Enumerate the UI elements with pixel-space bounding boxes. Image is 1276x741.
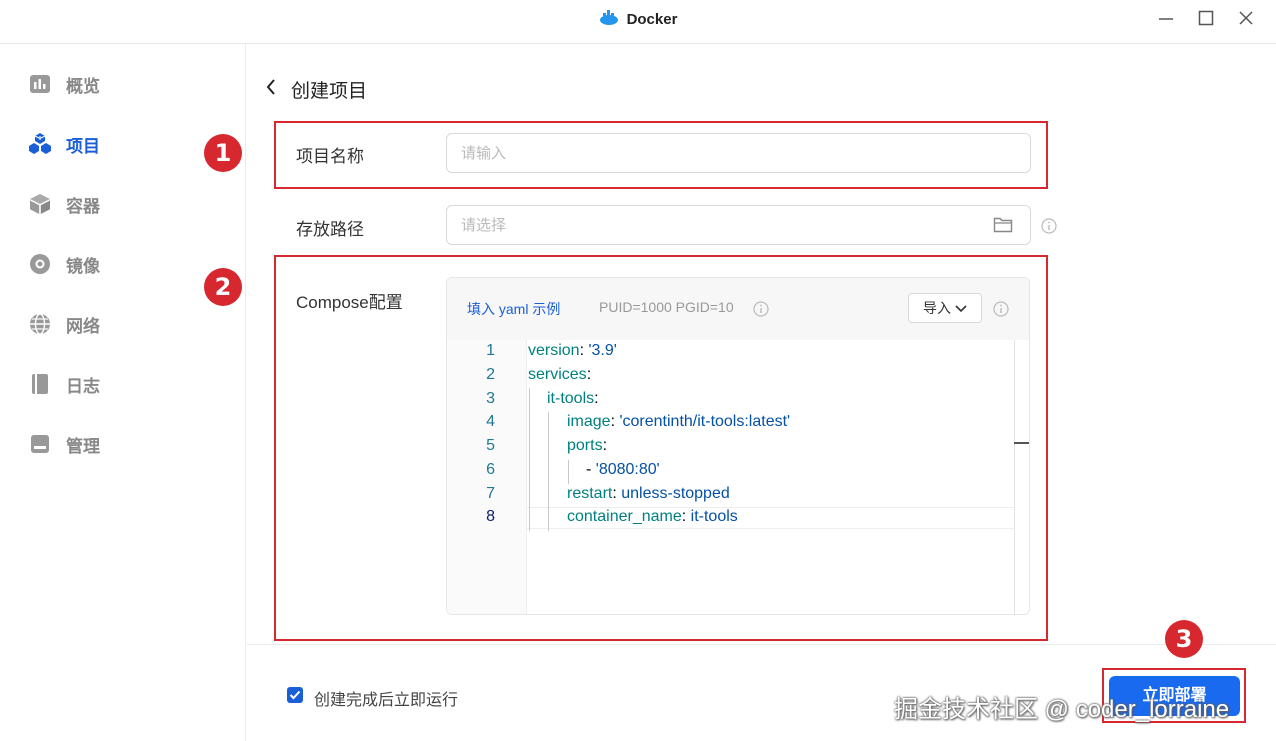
line-number: 5: [486, 437, 495, 454]
indent-guide: [568, 460, 569, 484]
code-line: container_name: it-tools: [567, 508, 738, 526]
info-icon[interactable]: [1041, 218, 1057, 234]
yaml-key: it-tools: [547, 390, 595, 407]
line-number: 8: [486, 508, 495, 525]
run-after-create-label[interactable]: 创建完成后立即运行: [314, 686, 458, 710]
manage-icon: [28, 432, 52, 456]
window-title: Docker: [0, 10, 1276, 30]
line-number: 6: [486, 461, 495, 478]
compose-editor[interactable]: 填入 yaml 示例 PUID=1000 PGID=10 导入 1 2 3 4 …: [446, 277, 1030, 615]
yaml-value: '3.9': [588, 342, 617, 359]
yaml-sep: :: [612, 485, 622, 502]
scrollbar-cursor-marker: [1014, 442, 1029, 444]
watermark-text: 掘金技术社区 @ coder_lorraine: [894, 696, 1230, 723]
globe-icon: [28, 312, 52, 336]
import-dropdown[interactable]: 导入: [908, 293, 982, 323]
code-line: version: '3.9': [528, 342, 617, 360]
code-line: - '8080:80': [586, 461, 660, 479]
page-title: 创建项目: [291, 81, 368, 102]
maximize-button[interactable]: [1191, 8, 1221, 30]
storage-path-label: 存放路径: [296, 220, 364, 239]
close-button[interactable]: [1231, 8, 1261, 30]
run-after-create-checkbox[interactable]: [287, 687, 303, 703]
compose-config-label: Compose配置: [296, 293, 403, 312]
sidebar-item-images[interactable]: 镜像: [28, 249, 100, 279]
project-name-input[interactable]: [446, 133, 1031, 173]
code-line: it-tools:: [547, 390, 599, 408]
chevron-down-icon: [955, 300, 967, 316]
sidebar-item-label: 网络: [66, 316, 100, 336]
sidebar-item-label: 管理: [66, 436, 100, 456]
info-icon[interactable]: [753, 301, 769, 322]
sidebar-item-network[interactable]: 网络: [28, 309, 100, 339]
sidebar-item-label: 概览: [66, 76, 100, 96]
sidebar-item-manage[interactable]: 管理: [28, 429, 100, 459]
project-name-label: 项目名称: [296, 147, 364, 166]
disc-icon: [28, 252, 52, 276]
sidebar-item-projects[interactable]: 项目: [28, 129, 100, 159]
sidebar-item-label: 镜像: [66, 256, 100, 276]
indent-guide: [548, 412, 549, 531]
book-icon: [28, 372, 52, 396]
yaml-value: 'corentinth/it-tools:latest': [619, 413, 791, 430]
chart-icon: [28, 72, 52, 96]
title-bar: Docker: [0, 0, 1276, 44]
sidebar-item-containers[interactable]: 容器: [28, 189, 100, 219]
code-line: image: 'corentinth/it-tools:latest': [567, 413, 790, 431]
yaml-key: image: [567, 413, 611, 430]
yaml-key: services: [528, 366, 587, 383]
code-line: restart: unless-stopped: [567, 485, 730, 503]
yaml-sep: :: [586, 366, 592, 383]
yaml-key: ports: [567, 437, 603, 454]
back-button[interactable]: 创建项目: [265, 76, 367, 103]
code-area[interactable]: 1 2 3 4 5 6 7 8 version: '3.9' services:…: [447, 340, 1029, 614]
sidebar-item-label: 容器: [66, 196, 100, 216]
code-line: ports:: [567, 437, 607, 455]
yaml-value: '8080:80': [595, 461, 660, 478]
sidebar-item-overview[interactable]: 概览: [28, 69, 100, 99]
storage-path-input[interactable]: [446, 205, 1031, 245]
editor-toolbar: 填入 yaml 示例 PUID=1000 PGID=10 导入: [447, 278, 1029, 340]
line-number: 4: [486, 413, 495, 430]
line-number: 1: [486, 342, 495, 359]
yaml-sep: :: [602, 437, 608, 454]
sidebar-item-label: 项目: [66, 136, 100, 156]
import-label: 导入: [923, 300, 951, 316]
folder-icon[interactable]: [993, 216, 1013, 238]
container-box-icon: [28, 192, 52, 216]
annotation-badge-1: 1: [204, 134, 242, 172]
main-content: 创建项目 项目名称 存放路径 Compose配置 填入 yaml 示例 PUID…: [204, 44, 1276, 741]
line-number: 3: [486, 390, 495, 407]
yaml-key: restart: [567, 485, 613, 502]
yaml-sep: :: [681, 508, 691, 525]
indent-guide: [529, 388, 530, 531]
env-hint: PUID=1000 PGID=10: [599, 299, 734, 315]
docker-logo-icon: [599, 10, 619, 30]
window-title-text: Docker: [626, 10, 678, 28]
footer-bar: 创建完成后立即运行 立即部署 3 掘金技术社区 @ coder_lorraine: [247, 620, 1276, 741]
yaml-value: unless-stopped: [621, 485, 730, 502]
line-number: 7: [486, 485, 495, 502]
minimize-button[interactable]: [1151, 8, 1181, 30]
line-number: 2: [486, 366, 495, 383]
code-line: services:: [528, 366, 591, 384]
yaml-dash: -: [586, 461, 596, 478]
annotation-badge-2: 2: [204, 268, 242, 306]
chevron-left-icon: [265, 78, 277, 101]
checkmark-icon: [289, 690, 301, 700]
editor-scrollbar[interactable]: [1014, 340, 1015, 614]
yaml-key: version: [528, 342, 580, 359]
info-icon[interactable]: [993, 301, 1009, 322]
sidebar-item-label: 日志: [66, 376, 100, 396]
annotation-badge-3: 3: [1165, 620, 1203, 658]
yaml-sep: :: [594, 390, 599, 407]
yaml-key: container_name: [567, 508, 682, 525]
sidebar-item-logs[interactable]: 日志: [28, 369, 100, 399]
cubes-icon: [28, 132, 52, 156]
yaml-value: it-tools: [690, 508, 738, 525]
fill-yaml-example-link[interactable]: 填入 yaml 示例: [467, 299, 560, 319]
